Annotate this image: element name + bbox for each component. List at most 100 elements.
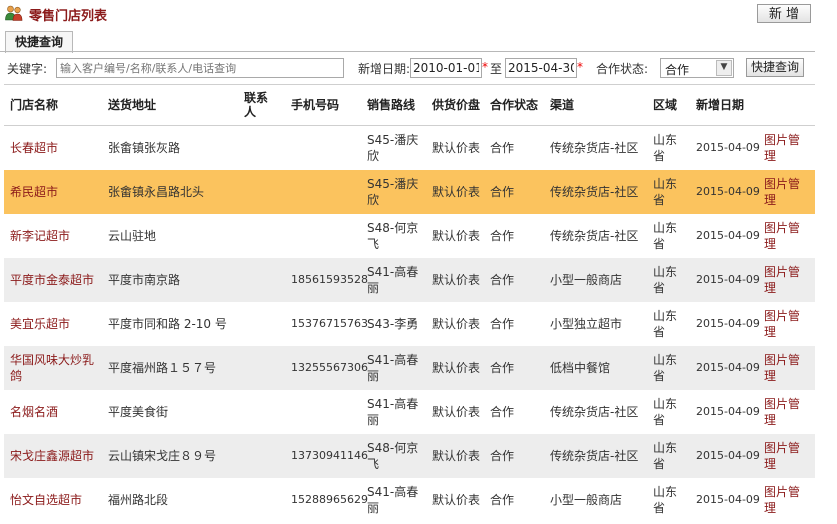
date-cell: 2015-04-09 — [696, 493, 760, 506]
channel-cell: 传统杂货店-社区 — [550, 229, 639, 243]
phone-cell — [291, 214, 365, 258]
status-label: 合作状态: — [596, 62, 649, 76]
region-cell: 山东省 — [653, 177, 678, 207]
table-row[interactable]: 宋戈庄鑫源超市 云山镇宋戈庄８９号 13730941146 S48-何京飞 默认… — [4, 434, 815, 478]
region-cell: 山东省 — [653, 133, 678, 163]
column-header-date: 新增日期 — [696, 98, 745, 112]
address-cell: 平度福州路１５７号 — [108, 361, 217, 375]
store-name-link[interactable]: 名烟名酒 — [10, 390, 104, 434]
store-name-link[interactable]: 美宜乐超市 — [10, 302, 104, 346]
image-manage-link[interactable]: 图片管理 — [764, 302, 808, 346]
region-cell: 山东省 — [653, 221, 678, 251]
route-cell: S45-潘庆欣 — [367, 133, 419, 163]
region-cell: 山东省 — [653, 353, 678, 383]
table-row[interactable]: 长春超市 张畬镇张灰路 S45-潘庆欣 默认价表 合作 传统杂货店-社区 山东省… — [4, 126, 815, 170]
address-cell: 张畬镇永昌路北头 — [108, 185, 205, 199]
store-name-link[interactable]: 华国风味大炒乳鸽 — [10, 346, 104, 390]
contact-cell — [244, 126, 278, 170]
date-from-input[interactable] — [410, 58, 482, 78]
retail-store-list-page: 零售门店列表 新 增 快捷查询 关键字: 新增日期: * 至 * 合作状态: 合… — [0, 0, 837, 524]
image-manage-link[interactable]: 图片管理 — [764, 346, 808, 390]
status-cell: 合作 — [490, 141, 515, 155]
status-select[interactable]: 合作 ▼ — [660, 58, 734, 78]
region-cell: 山东省 — [653, 485, 678, 515]
region-cell: 山东省 — [653, 441, 678, 471]
store-name-link[interactable]: 长春超市 — [10, 126, 104, 170]
price-cell: 默认价表 — [432, 141, 481, 155]
store-name-link[interactable]: 希民超市 — [10, 170, 104, 214]
price-cell: 默认价表 — [432, 185, 481, 199]
route-cell: S41-高春丽 — [367, 485, 419, 515]
date-cell: 2015-04-09 — [696, 229, 760, 242]
keyword-input[interactable] — [56, 58, 344, 78]
page-title: 零售门店列表 — [29, 9, 108, 24]
address-cell: 张畬镇张灰路 — [108, 141, 181, 155]
channel-cell: 传统杂货店-社区 — [550, 449, 639, 463]
date-cell: 2015-04-09 — [696, 361, 760, 374]
route-cell: S41-高春丽 — [367, 265, 419, 295]
column-header-route: 销售路线 — [367, 98, 416, 112]
image-manage-link[interactable]: 图片管理 — [764, 478, 808, 522]
address-cell: 平度美食街 — [108, 405, 169, 419]
image-manage-link[interactable]: 图片管理 — [764, 434, 808, 478]
store-name-link[interactable]: 新李记超市 — [10, 214, 104, 258]
table-row[interactable]: 新李记超市 云山驻地 S48-何京飞 默认价表 合作 传统杂货店-社区 山东省 … — [4, 214, 815, 258]
date-to-input[interactable] — [505, 58, 577, 78]
store-name-link[interactable]: 宋戈庄鑫源超市 — [10, 434, 104, 478]
route-cell: S41-高春丽 — [367, 353, 419, 383]
contact-cell — [244, 346, 278, 390]
column-header-channel: 渠道 — [550, 98, 575, 112]
column-header-phone: 手机号码 — [291, 98, 340, 112]
price-cell: 默认价表 — [432, 229, 481, 243]
table-row[interactable]: 希民超市 张畬镇永昌路北头 S45-潘庆欣 默认价表 合作 传统杂货店-社区 山… — [4, 170, 815, 214]
table-row[interactable]: 华国风味大炒乳鸽 平度福州路１５７号 13255567306 S41-高春丽 默… — [4, 346, 815, 390]
table-row[interactable]: 怡文自选超市 福州路北段 15288965629 S41-高春丽 默认价表 合作… — [4, 478, 815, 522]
route-cell: S43-李勇 — [367, 317, 419, 331]
date-cell: 2015-04-09 — [696, 185, 760, 198]
column-header-name: 门店名称 — [10, 98, 59, 112]
phone-cell: 13255567306 — [291, 361, 368, 374]
route-cell: S48-何京飞 — [367, 221, 419, 251]
table-row[interactable]: 名烟名酒 平度美食街 S41-高春丽 默认价表 合作 传统杂货店-社区 山东省 … — [4, 390, 815, 434]
date-cell: 2015-04-09 — [696, 317, 760, 330]
price-cell: 默认价表 — [432, 449, 481, 463]
store-name-link[interactable]: 平度市金泰超市 — [10, 258, 104, 302]
image-manage-link[interactable]: 图片管理 — [764, 126, 808, 170]
image-manage-link[interactable]: 图片管理 — [764, 390, 808, 434]
image-manage-link[interactable]: 图片管理 — [764, 214, 808, 258]
channel-cell: 小型一般商店 — [550, 273, 623, 287]
users-icon — [5, 5, 23, 21]
column-header-price: 供货价盘 — [432, 98, 481, 112]
phone-cell: 13730941146 — [291, 449, 368, 462]
store-table: 门店名称 送货地址 联系人 手机号码 销售路线 供货价盘 合作状态 渠道 区域 … — [4, 84, 815, 522]
date-cell: 2015-04-09 — [696, 405, 760, 418]
status-cell: 合作 — [490, 493, 515, 507]
channel-cell: 小型独立超市 — [550, 317, 623, 331]
region-cell: 山东省 — [653, 265, 678, 295]
status-cell: 合作 — [490, 405, 515, 419]
image-manage-link[interactable]: 图片管理 — [764, 258, 808, 302]
image-manage-link[interactable]: 图片管理 — [764, 170, 808, 214]
price-cell: 默认价表 — [432, 493, 481, 507]
price-cell: 默认价表 — [432, 405, 481, 419]
channel-cell: 传统杂货店-社区 — [550, 185, 639, 199]
store-name-link[interactable]: 怡文自选超市 — [10, 478, 104, 522]
quick-query-button[interactable]: 快捷查询 — [746, 58, 804, 77]
date-cell: 2015-04-09 — [696, 141, 760, 154]
column-header-address: 送货地址 — [108, 98, 157, 112]
channel-cell: 传统杂货店-社区 — [550, 141, 639, 155]
region-cell: 山东省 — [653, 397, 678, 427]
phone-cell — [291, 170, 365, 214]
table-row[interactable]: 平度市金泰超市 平度市南京路 18561593528 S41-高春丽 默认价表 … — [4, 258, 815, 302]
new-button[interactable]: 新 增 — [757, 4, 811, 23]
phone-cell: 15376715763 — [291, 317, 368, 330]
tab-quick-search[interactable]: 快捷查询 — [5, 31, 73, 53]
to-label: 至 — [490, 62, 503, 76]
table-row[interactable]: 美宜乐超市 平度市同和路 2-10 号 15376715763 S43-李勇 默… — [4, 302, 815, 346]
price-cell: 默认价表 — [432, 361, 481, 375]
address-cell: 平度市南京路 — [108, 273, 181, 287]
status-cell: 合作 — [490, 185, 515, 199]
contact-cell — [244, 390, 278, 434]
status-cell: 合作 — [490, 361, 515, 375]
status-cell: 合作 — [490, 273, 515, 287]
